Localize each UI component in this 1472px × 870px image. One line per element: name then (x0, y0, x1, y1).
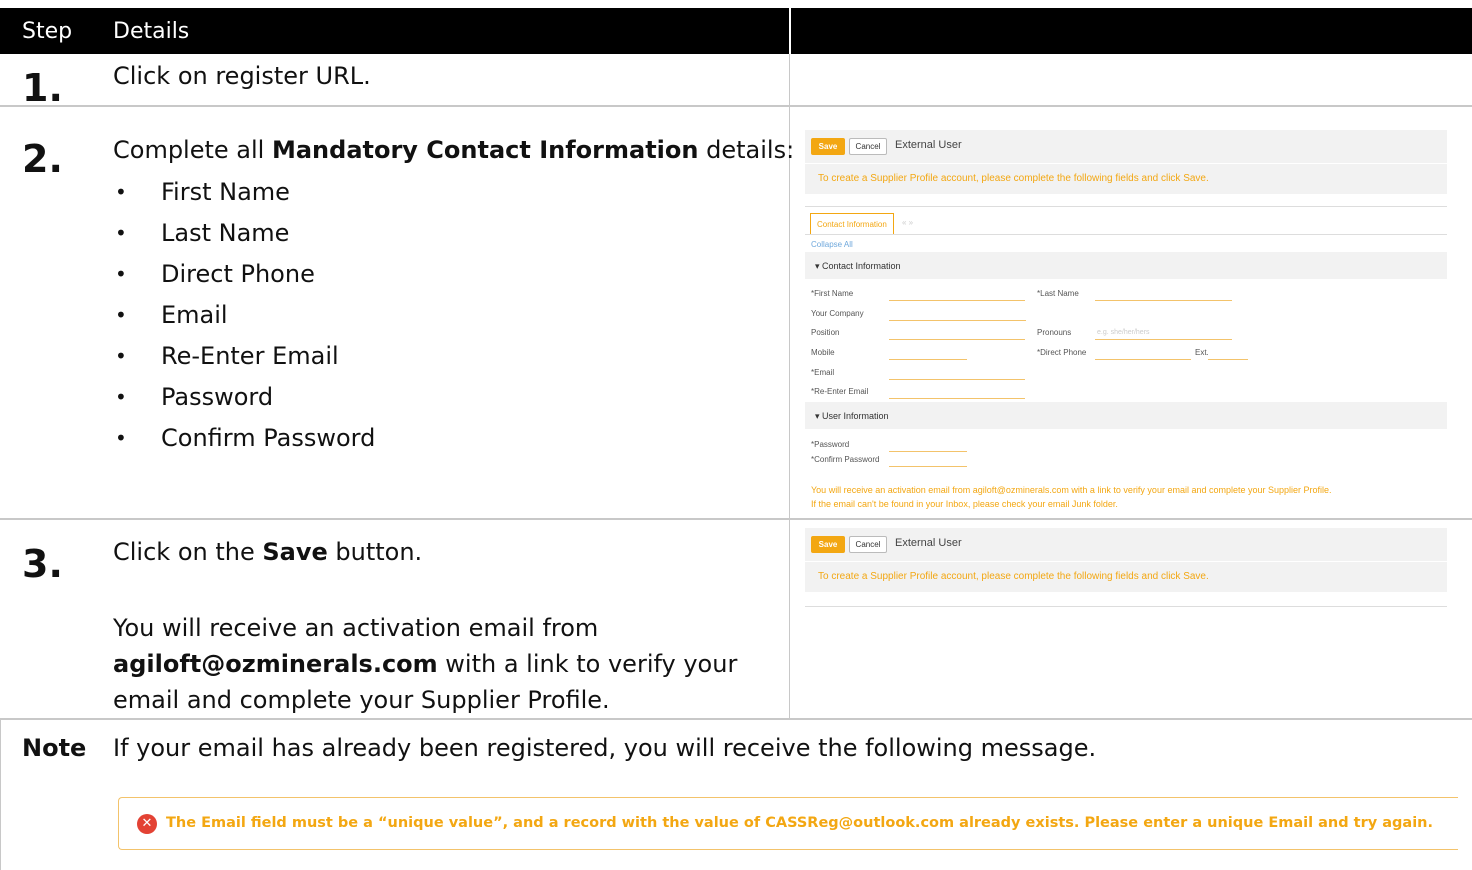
list-item: Password (113, 382, 375, 423)
list-item: Direct Phone (113, 259, 375, 300)
left-border (0, 720, 1, 870)
duplicate-email-error: ✕ The Email field must be a “unique valu… (118, 797, 1458, 850)
confirm-password-label: *Confirm Password (811, 455, 880, 464)
header-details: Details (113, 19, 190, 44)
list-item: Confirm Password (113, 423, 375, 464)
form-title: External User (895, 139, 962, 151)
password-label: *Password (811, 440, 850, 449)
registration-form-screenshot: Save Cancel External User To create a Su… (805, 130, 1447, 515)
pronouns-placeholder: e.g. she/her/hers (1097, 329, 1150, 336)
step-intro: Complete all Mandatory Contact Informati… (113, 132, 794, 168)
direct-phone-label: *Direct Phone (1037, 348, 1087, 357)
last-name-label: *Last Name (1037, 289, 1079, 298)
section-user-information[interactable]: ▾ User Information (805, 402, 1447, 429)
note-label: Note (22, 734, 87, 762)
list-item: First Name (113, 177, 375, 218)
paragraph-line-1: You will receive an activation email fro… (113, 614, 599, 642)
header-step: Step (22, 19, 73, 44)
header-divider (789, 8, 791, 54)
column-divider (789, 520, 790, 718)
confirm-password-field[interactable] (889, 466, 967, 467)
tab-contact-information[interactable]: Contact Information (810, 213, 894, 235)
your-company-field[interactable] (889, 320, 1026, 321)
form-notice: To create a Supplier Profile account, pl… (805, 562, 1447, 592)
collapse-all-link[interactable]: Collapse All (811, 240, 853, 249)
your-company-label: Your Company (811, 309, 864, 318)
tab-divider (805, 206, 1447, 207)
cut-off-heading (0, 0, 1472, 8)
save-toolbar-screenshot: Save Cancel External User To create a Su… (805, 528, 1447, 607)
sender-email: agiloft@ozminerals.com (113, 650, 438, 678)
section-label: ▾ User Information (815, 411, 889, 421)
cancel-button[interactable]: Cancel (849, 138, 887, 155)
save-button[interactable]: Save (811, 536, 845, 553)
step-text: Click on the Save button. (113, 534, 422, 570)
step-number: 2. (22, 137, 63, 181)
last-name-field[interactable] (1095, 300, 1232, 301)
note-text: If your email has already been registere… (113, 734, 1097, 762)
mandatory-field-list: First Name Last Name Direct Phone Email … (113, 177, 375, 464)
paragraph-line-2-end: with a link to verify your (437, 650, 738, 678)
step-text: Click on register URL. (113, 62, 371, 90)
activation-line-2: If the email can't be found in your Inbo… (811, 499, 1118, 509)
save-button[interactable]: Save (811, 138, 845, 155)
table-row-2: 2. Complete all Mandatory Contact Inform… (0, 107, 1472, 520)
tab-underline (805, 234, 1447, 235)
mobile-label: Mobile (811, 348, 835, 357)
step-text-end: button. (327, 538, 423, 566)
ext-label: Ext. (1195, 348, 1209, 357)
direct-phone-field[interactable] (1095, 359, 1191, 360)
section-contact-information[interactable]: ▾ Contact Information (805, 252, 1447, 279)
reenter-email-field[interactable] (889, 398, 1025, 399)
tab-scroll-arrows[interactable]: « » (902, 218, 913, 227)
column-divider (789, 107, 790, 518)
position-field[interactable] (889, 339, 1025, 340)
pronouns-field[interactable] (1095, 339, 1232, 340)
activation-message: You will receive an activation email fro… (811, 483, 1447, 511)
list-item: Last Name (113, 218, 375, 259)
error-x-icon: ✕ (137, 814, 157, 834)
activation-paragraph: You will receive an activation email fro… (113, 610, 737, 718)
pronouns-label: Pronouns (1037, 328, 1072, 337)
email-label: *Email (811, 368, 835, 377)
step-number: 3. (22, 542, 63, 586)
email-field[interactable] (889, 379, 1025, 380)
notice-text: To create a Supplier Profile account, pl… (818, 571, 1209, 582)
table-header: Step Details (0, 8, 1472, 54)
error-message-text: The Email field must be a “unique value”… (166, 815, 1434, 831)
reenter-email-label: *Re-Enter Email (811, 387, 869, 396)
intro-bold: Mandatory Contact Information (271, 136, 699, 164)
activation-line-1: You will receive an activation email fro… (811, 485, 1332, 495)
table-row-3: 3. Click on the Save button. You will re… (0, 520, 1472, 720)
save-emphasis: Save (262, 538, 328, 566)
intro-text-end: details: (698, 136, 795, 164)
password-field[interactable] (889, 451, 967, 452)
form-notice: To create a Supplier Profile account, pl… (805, 164, 1447, 194)
cancel-button[interactable]: Cancel (849, 536, 887, 553)
notice-underline (805, 606, 1447, 607)
note-row: Note If your email has already been regi… (0, 720, 1472, 870)
first-name-field[interactable] (889, 300, 1025, 301)
ext-field[interactable] (1208, 359, 1248, 360)
form-toolbar: Save Cancel External User (805, 130, 1447, 163)
list-item: Re-Enter Email (113, 341, 375, 382)
paragraph-line-2: agiloft@ozminerals.com with a link to ve… (113, 646, 737, 682)
section-label: ▾ Contact Information (815, 261, 901, 271)
step-number: 1. (22, 66, 63, 110)
form-title: External User (895, 537, 962, 549)
position-label: Position (811, 328, 840, 337)
table-row-1: 1. Click on register URL. (0, 54, 1472, 110)
notice-text: To create a Supplier Profile account, pl… (818, 173, 1209, 184)
form-toolbar: Save Cancel External User (805, 528, 1447, 561)
column-divider (789, 54, 790, 105)
mobile-field[interactable] (889, 359, 967, 360)
paragraph-line-3: email and complete your Supplier Profile… (113, 686, 610, 714)
first-name-label: *First Name (811, 289, 854, 298)
list-item: Email (113, 300, 375, 341)
intro-text: Complete all (113, 136, 272, 164)
step-text-start: Click on the (113, 538, 263, 566)
